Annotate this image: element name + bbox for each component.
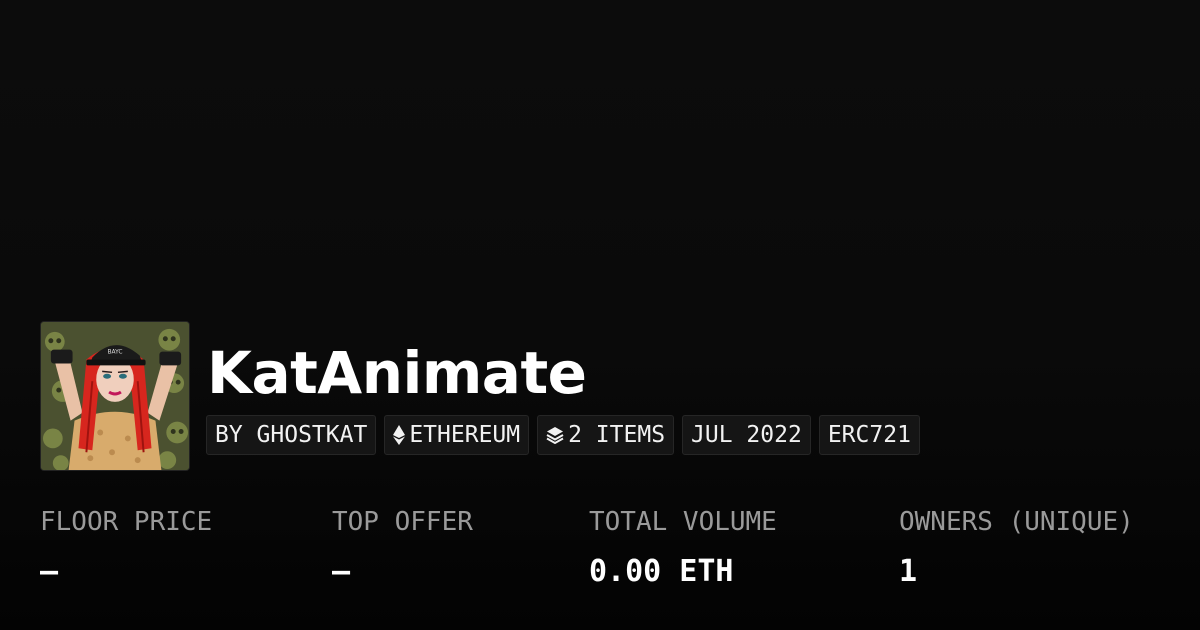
svg-text:BAYC: BAYC — [107, 350, 122, 356]
total-volume-label: TOTAL VOLUME — [589, 507, 777, 537]
collection-share-card: BAYC KatAnimate BY GHOSTKAT ETHEREUM 2 I… — [0, 0, 1200, 630]
items-badge-label: 2 ITEMS — [568, 422, 666, 448]
stat-floor-price: FLOOR PRICE — — [40, 504, 212, 590]
collection-avatar: BAYC — [40, 321, 190, 471]
collection-title: KatAnimate — [207, 339, 587, 407]
floor-price-label: FLOOR PRICE — [40, 507, 213, 537]
creator-badge[interactable]: BY GHOSTKAT — [206, 415, 377, 455]
token-standard-badge: ERC721 — [818, 415, 920, 455]
owners-value: 1 — [899, 554, 918, 589]
owners-label: OWNERS (UNIQUE) — [899, 507, 1134, 537]
stat-top-offer: TOP OFFER — — [332, 504, 473, 590]
floor-price-value: — — [40, 554, 59, 589]
date-badge: JUL 2022 — [682, 415, 811, 455]
top-offer-label: TOP OFFER — [332, 507, 473, 537]
creator-badge-label: BY GHOSTKAT — [215, 422, 368, 448]
items-badge[interactable]: 2 ITEMS — [537, 415, 675, 455]
collection-badges: BY GHOSTKAT ETHEREUM 2 ITEMS JUL 2022 ER… — [206, 415, 920, 455]
ethereum-icon — [393, 425, 406, 445]
total-volume-value: 0.00 ETH — [589, 554, 734, 589]
layers-icon — [546, 426, 564, 444]
stat-owners: OWNERS (UNIQUE) 1 — [899, 504, 1134, 590]
avatar-image: BAYC — [41, 322, 189, 470]
stat-total-volume: TOTAL VOLUME 0.00 ETH — [589, 504, 777, 590]
token-standard-label: ERC721 — [827, 422, 911, 448]
chain-badge-label: ETHEREUM — [409, 422, 521, 448]
date-badge-label: JUL 2022 — [691, 422, 802, 448]
top-offer-value: — — [332, 554, 351, 589]
chain-badge[interactable]: ETHEREUM — [384, 415, 530, 455]
